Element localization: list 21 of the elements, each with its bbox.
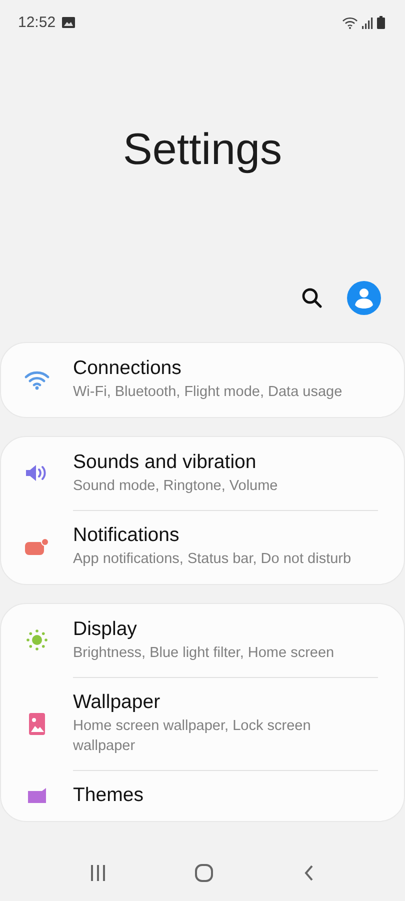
item-subtitle: App notifications, Status bar, Do not disturb bbox=[73, 550, 352, 570]
search-icon[interactable] bbox=[301, 286, 323, 308]
image-icon bbox=[62, 17, 75, 28]
item-subtitle: Wi-Fi, Bluetooth, Flight mode, Data usage bbox=[73, 383, 342, 402]
item-subtitle: Sound mode, Ringtone, Volume bbox=[73, 476, 278, 496]
home-icon[interactable] bbox=[194, 863, 214, 883]
signal-icon bbox=[362, 16, 373, 28]
item-subtitle: Home screen wallpaper, Lock screen wallpaper bbox=[73, 717, 312, 756]
item-title[interactable]: Wallpaper bbox=[73, 691, 160, 714]
wifi-icon bbox=[342, 16, 358, 28]
page-title: Settings bbox=[123, 125, 282, 175]
avatar-icon[interactable] bbox=[347, 280, 381, 314]
item-title[interactable]: Connections bbox=[73, 357, 182, 380]
item-subtitle: Brightness, Blue light filter, Home screen bbox=[73, 644, 334, 663]
item-title[interactable]: Sounds and vibration bbox=[73, 450, 256, 474]
item-title[interactable]: Display bbox=[73, 618, 137, 641]
battery-icon bbox=[377, 16, 385, 29]
recent-apps-icon[interactable] bbox=[88, 864, 107, 882]
item-title[interactable]: Notifications bbox=[73, 524, 180, 548]
status-time: 12:52 bbox=[18, 14, 56, 31]
item-title[interactable]: Themes bbox=[73, 784, 144, 808]
